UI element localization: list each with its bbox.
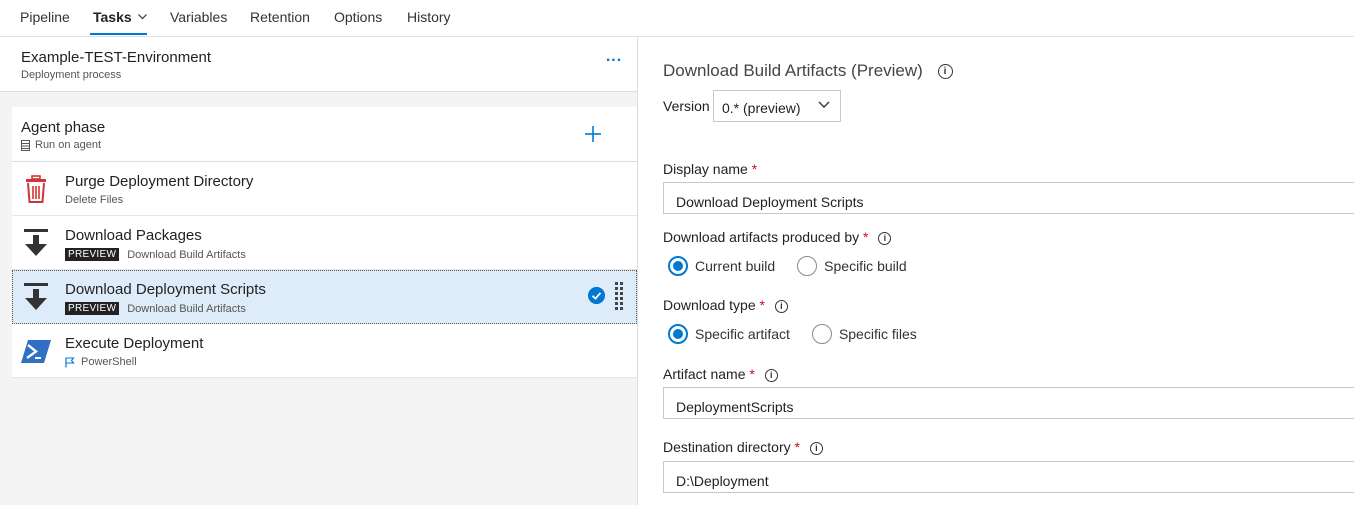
environment-header[interactable]: Example-TEST-Environment Deployment proc…: [0, 37, 637, 92]
tab-variables[interactable]: Variables: [170, 9, 227, 25]
tab-pipeline[interactable]: Pipeline: [20, 9, 70, 25]
task-subtitle: PowerShell: [65, 356, 137, 368]
artifact-name-label-text: Artifact name: [663, 366, 746, 382]
task-item-execute-deployment[interactable]: Execute Deployment PowerShell: [12, 324, 637, 378]
phase-subtitle: Run on agent: [21, 139, 101, 151]
task-subtitle-text: Download Build Artifacts: [127, 248, 246, 261]
specific-files-label[interactable]: Specific files: [839, 326, 917, 342]
info-icon[interactable]: i: [878, 231, 892, 245]
tab-history[interactable]: History: [407, 9, 451, 25]
display-name-label-text: Display name: [663, 161, 748, 177]
produced-by-radio-group: Current build Specific build: [668, 256, 931, 276]
tab-retention[interactable]: Retention: [250, 9, 310, 25]
task-item-download-deployment-scripts[interactable]: Download Deployment Scripts PREVIEW Down…: [12, 270, 637, 324]
current-build-label[interactable]: Current build: [695, 258, 775, 274]
task-subtitle: Delete Files: [65, 194, 124, 206]
required-marker: *: [794, 439, 800, 455]
task-subtitle: PREVIEW Download Build Artifacts: [65, 248, 246, 261]
specific-files-radio[interactable]: [811, 324, 832, 344]
info-icon[interactable]: i: [937, 64, 953, 80]
required-marker: *: [759, 297, 765, 313]
task-item-purge[interactable]: Purge Deployment Directory Delete Files: [12, 162, 637, 216]
top-tab-bar: Pipeline Tasks Variables Retention Optio…: [0, 0, 1354, 37]
info-icon[interactable]: i: [809, 441, 823, 455]
required-marker: *: [863, 229, 869, 245]
chevron-down-icon: [818, 101, 830, 108]
specific-build-radio[interactable]: [797, 256, 818, 276]
task-details-pane: Download Build Artifacts (Preview) i Ver…: [638, 37, 1354, 505]
specific-artifact-label[interactable]: Specific artifact: [695, 326, 790, 342]
environment-subtitle: Deployment process: [21, 69, 122, 81]
plus-icon[interactable]: [582, 123, 604, 145]
required-marker: *: [751, 161, 758, 177]
current-build-radio[interactable]: [668, 256, 688, 276]
tab-tasks-label: Tasks: [93, 9, 132, 25]
artifact-name-input[interactable]: [663, 387, 1354, 419]
agent-phase[interactable]: Agent phase Run on agent: [12, 107, 637, 162]
drag-handle-icon[interactable]: [615, 282, 625, 312]
download-type-radio-group: Specific artifact Specific files: [668, 324, 941, 344]
tab-tasks[interactable]: Tasks: [93, 9, 147, 25]
server-icon: [21, 139, 30, 151]
specific-artifact-radio[interactable]: [668, 324, 688, 344]
task-item-download-packages[interactable]: Download Packages PREVIEW Download Build…: [12, 216, 637, 270]
task-subtitle-text: Download Build Artifacts: [127, 302, 246, 315]
flag-icon: [65, 356, 75, 367]
version-label: Version: [663, 98, 710, 114]
phase-title: Agent phase: [21, 119, 106, 136]
required-marker: *: [749, 366, 755, 382]
version-value: 0.* (preview): [722, 100, 801, 116]
download-type-label: Download type * i: [663, 297, 788, 313]
details-title: Download Build Artifacts (Preview) i: [663, 61, 953, 81]
phase-subtitle-text: Run on agent: [35, 139, 102, 151]
details-title-text: Download Build Artifacts (Preview): [663, 61, 923, 80]
environment-title: Example-TEST-Environment: [21, 49, 212, 66]
preview-badge: PREVIEW: [65, 248, 120, 261]
specific-build-label[interactable]: Specific build: [824, 258, 907, 274]
checkmark-icon[interactable]: [588, 287, 605, 304]
task-subtitle-text: PowerShell: [81, 356, 137, 368]
tab-options[interactable]: Options: [334, 9, 382, 25]
display-name-input[interactable]: [663, 182, 1354, 214]
artifact-name-label: Artifact name * i: [663, 366, 778, 382]
task-subtitle: PREVIEW Download Build Artifacts: [65, 302, 246, 315]
destination-directory-input[interactable]: [663, 461, 1354, 493]
info-icon[interactable]: i: [764, 368, 778, 382]
info-icon[interactable]: i: [774, 299, 788, 313]
version-dropdown[interactable]: 0.* (preview): [713, 90, 841, 122]
task-list-pane: Example-TEST-Environment Deployment proc…: [0, 37, 637, 505]
task-title: Purge Deployment Directory: [65, 173, 254, 190]
trash-icon: [26, 175, 46, 203]
destination-label-text: Destination directory: [663, 439, 791, 455]
download-type-label-text: Download type: [663, 297, 756, 313]
powershell-icon: [21, 340, 51, 363]
chevron-down-icon: [137, 14, 147, 20]
produced-by-label-text: Download artifacts produced by: [663, 229, 860, 245]
task-title: Download Packages: [65, 227, 202, 244]
download-icon: [24, 229, 48, 256]
active-tab-indicator: [90, 33, 147, 35]
destination-directory-label: Destination directory * i: [663, 439, 823, 455]
more-options-button[interactable]: ...: [604, 49, 624, 71]
produced-by-label: Download artifacts produced by * i: [663, 229, 892, 245]
task-title: Execute Deployment: [65, 335, 204, 352]
task-title: Download Deployment Scripts: [65, 281, 266, 298]
preview-badge: PREVIEW: [65, 302, 120, 315]
display-name-label: Display name *: [663, 161, 757, 177]
download-icon: [24, 283, 48, 310]
